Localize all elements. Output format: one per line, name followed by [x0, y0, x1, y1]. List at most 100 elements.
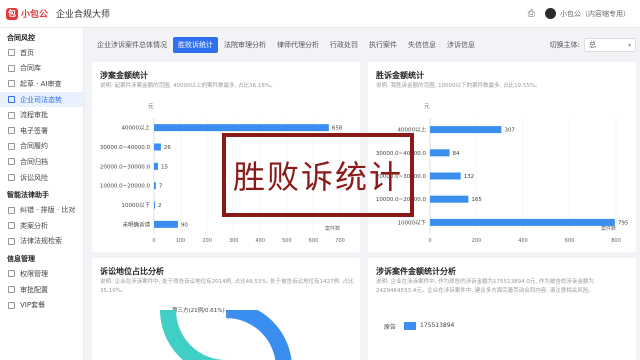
overlay-text: 胜败诉统计 — [232, 158, 403, 196]
bar — [430, 172, 461, 180]
top-bar: 包 小包公 企业合规大师 ⎙ 小包公（内容缩专用） — [0, 0, 640, 28]
sidebar-item[interactable]: 合同履约 — [0, 139, 83, 155]
sidebar-item-label: 法律法规检索 — [20, 237, 62, 246]
x-tick-label: 400 — [518, 238, 528, 244]
app-title: 企业合规大师 — [56, 10, 111, 20]
tab[interactable]: 涉诉信息 — [442, 37, 480, 53]
sidebar-item[interactable]: 诉讼风险 — [0, 170, 83, 186]
litigation-row-label: 原告 — [384, 324, 397, 331]
printer-icon[interactable]: ⎙ — [528, 9, 535, 19]
bar — [154, 220, 178, 228]
litigation-panel: 涉诉案件金额统计分析 说明: 企业在涉诉案件中, 作为原告的涉诉金额为17551… — [368, 258, 636, 360]
bar — [154, 162, 158, 170]
logo[interactable]: 包 小包公 — [6, 7, 48, 20]
x-tick-label: 800 — [611, 238, 621, 244]
bar-value-label: 165 — [471, 197, 482, 203]
bar-value-label: 307 — [504, 128, 515, 134]
x-axis-label: 案件数 — [601, 225, 616, 232]
settings-icon — [8, 286, 15, 294]
entity-select[interactable]: 总 ▾ — [584, 38, 636, 52]
tab[interactable]: 行政处罚 — [325, 37, 363, 53]
doc-icon — [8, 142, 15, 150]
sidebar-item-label: 权限管理 — [20, 269, 48, 278]
bar — [154, 182, 156, 190]
tab[interactable]: 失信信息 — [403, 37, 441, 53]
y-axis-label: 元 — [424, 103, 430, 110]
x-tick-label: 200 — [202, 238, 212, 244]
sidebar-item-label: 合同履约 — [20, 142, 48, 151]
category-label: 10000.0~20000.0 — [100, 184, 151, 190]
tab[interactable]: 律师代理分析 — [272, 37, 324, 53]
tool-icon — [8, 206, 15, 214]
tab[interactable]: 法院审理分析 — [219, 37, 271, 53]
sidebar-item-label: 类案分析 — [20, 221, 48, 230]
sidebar: 合同风控首页 合同库起草 · AI审查 企业司法态势流程审批电子签署合同履约合同归档… — [0, 28, 84, 360]
bar-value-label: 132 — [464, 174, 475, 180]
bar-value-label: 7 — [159, 184, 163, 190]
sidebar-item[interactable]: 类案分析 — [0, 218, 83, 234]
sidebar-item-label: 起草 · AI审查 — [20, 79, 62, 88]
tab[interactable]: 胜败诉统计 — [173, 37, 218, 53]
sidebar-item-label: 纠错 · 排版 · 比对 — [20, 206, 76, 215]
category-label: 40000以上 — [122, 124, 151, 132]
x-tick-label: 0 — [152, 238, 155, 244]
sidebar-item[interactable]: 合同归档 — [0, 154, 83, 170]
tab[interactable]: 执行案件 — [364, 37, 402, 53]
x-tick-label: 300 — [229, 238, 239, 244]
bar-value-label: 90 — [181, 222, 188, 228]
sidebar-item[interactable]: 权限管理 — [0, 266, 83, 282]
position-donut — [160, 310, 292, 360]
sidebar-item-label: 企业司法态势 — [20, 95, 62, 104]
x-tick-label: 100 — [176, 238, 186, 244]
sidebar-item-label: 诉讼风险 — [20, 173, 48, 182]
lock-icon — [8, 270, 15, 278]
sidebar-item[interactable]: 电子签署 — [0, 123, 83, 139]
sidebar-item[interactable]: 审批配置 — [0, 282, 83, 298]
x-tick-label: 0 — [428, 238, 431, 244]
edit-icon — [8, 80, 15, 88]
folder-icon — [8, 64, 15, 72]
chart-icon — [8, 96, 15, 104]
bar — [154, 143, 161, 151]
bar — [430, 126, 502, 134]
bar-value-label: 2 — [158, 203, 162, 209]
sidebar-item-label: 电子签署 — [20, 126, 48, 135]
category-label: 10000以下 — [122, 202, 151, 209]
sidebar-item[interactable]: 企业司法态势 — [0, 91, 83, 108]
avatar[interactable] — [545, 8, 556, 19]
sidebar-group-title: 信息管理 — [7, 255, 35, 264]
donut-segment-defendant — [225, 310, 292, 360]
tab[interactable]: 企业涉诉案件总体情况 — [92, 37, 172, 53]
x-axis-label: 案件数 — [325, 225, 340, 232]
entity-select-value: 总 — [589, 41, 596, 49]
x-tick-label: 400 — [256, 238, 266, 244]
sidebar-item[interactable]: 起草 · AI审查 — [0, 76, 83, 92]
user-name[interactable]: 小包公（内容缩专用） — [560, 9, 630, 19]
sign-icon — [8, 127, 15, 135]
vip-icon — [8, 301, 15, 309]
sidebar-item[interactable]: 流程审批 — [0, 107, 83, 123]
litigation-title: 涉诉案件金额统计分析 — [376, 267, 456, 276]
x-tick-label: 600 — [565, 238, 575, 244]
sidebar-item[interactable]: 法律法规检索 — [0, 234, 83, 250]
sidebar-item[interactable]: VIP套餐 — [0, 297, 83, 313]
bar — [154, 124, 329, 132]
sidebar-item-label: 合同归档 — [20, 157, 48, 166]
litigation-row-value: 175513894 — [420, 322, 455, 329]
logo-text: 小包公 — [21, 10, 49, 20]
bar-value-label: 658 — [332, 126, 343, 132]
search-icon — [8, 237, 15, 245]
logo-icon: 包 — [6, 7, 18, 20]
sidebar-item-label: VIP套餐 — [20, 301, 46, 310]
sidebar-item-label: 审批配置 — [20, 285, 48, 294]
sidebar-item[interactable]: 首页 — [0, 45, 83, 61]
category-label: 10000以下 — [398, 219, 427, 226]
bar — [430, 149, 450, 157]
risk-icon — [8, 174, 15, 182]
x-tick-label: 200 — [472, 238, 482, 244]
category-label: 30000.0~40000.0 — [100, 145, 151, 151]
category-label: 未明确诉请 — [122, 220, 150, 228]
sidebar-item[interactable]: 纠错 · 排版 · 比对 — [0, 202, 83, 218]
sidebar-item[interactable]: 合同库 — [0, 61, 83, 77]
sidebar-group-title: 合同风控 — [7, 34, 35, 42]
